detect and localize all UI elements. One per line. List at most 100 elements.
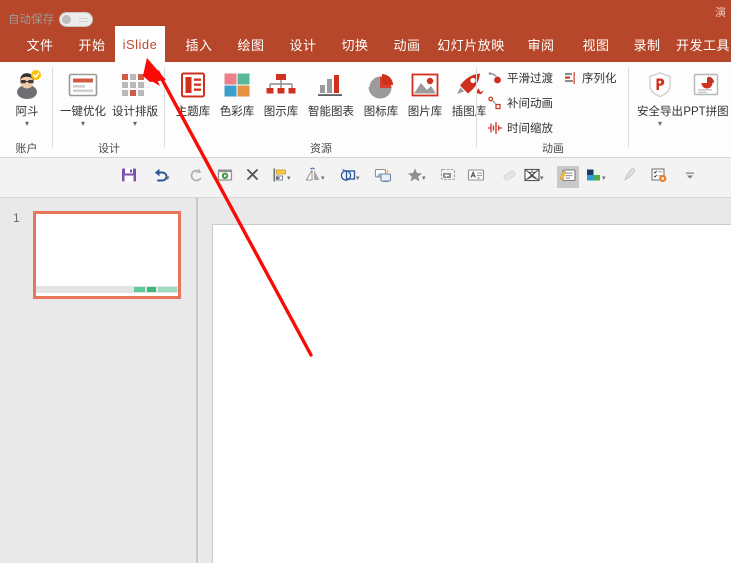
thumbnail-chip (134, 287, 145, 292)
color-library-button[interactable]: 色彩库 (215, 68, 259, 119)
chevron-down-icon[interactable]: ▾ (658, 120, 662, 127)
tab-view[interactable]: 视图 (574, 26, 618, 62)
ribbon-group-label-resource: 资源 (165, 140, 477, 156)
ribbon-group-account: 阿斗 ▾ 账户 (0, 62, 53, 158)
autosave-toggle[interactable] (59, 12, 93, 27)
tween-animation-button[interactable]: 补间动画 (487, 95, 553, 111)
ribbon-group-animation: 平滑过渡 序列化 (477, 62, 629, 158)
powerpoint-window: 演 文件 开始 iSlide 插入 绘图 设计 切换 动画 幻灯片放映 审阅 视… (0, 0, 731, 563)
fill-dropdown-chevron-down-icon[interactable]: ▾ (602, 174, 606, 182)
selection-pane-icon (440, 167, 458, 188)
eyedropper-icon (619, 167, 637, 188)
ppt-collage-label: PPT拼图 (683, 103, 728, 119)
tween-animation-icon (487, 95, 503, 111)
ribbon-group-design: 一键优化 ▾ 设计排版 (53, 62, 165, 158)
fill-color-icon (585, 167, 603, 188)
image-library-button[interactable]: 图片库 (403, 68, 447, 119)
star-icon (407, 167, 423, 188)
slide-thumbnail-1[interactable] (33, 211, 181, 299)
image-library-label: 图片库 (408, 103, 443, 119)
tab-islide[interactable]: iSlide (115, 26, 165, 62)
selection-pane-button[interactable] (438, 166, 460, 188)
slide-canvas[interactable]: Baidu 经验 jingyan.baidu.com (212, 224, 731, 563)
morph-transition-icon (487, 70, 503, 86)
tab-developer[interactable]: 开发工具 (672, 26, 731, 62)
theme-library-button[interactable]: 主题库 (171, 68, 215, 119)
undo-dropdown-chevron-down-icon[interactable]: ▾ (166, 174, 170, 182)
icon-library-icon (365, 68, 397, 102)
one-click-optimize-icon (67, 68, 99, 102)
secure-export-button[interactable]: 安全导出 ▾ (637, 68, 683, 127)
ribbon-group-label-design: 设计 (53, 140, 165, 156)
save-button[interactable] (118, 166, 140, 188)
qat-overflow-button[interactable] (679, 166, 701, 188)
morph-transition-button[interactable]: 平滑过渡 (487, 70, 553, 86)
tab-insert[interactable]: 插入 (177, 26, 221, 62)
diagram-library-icon (265, 68, 297, 102)
autosave-label: 自动保存 (8, 11, 54, 27)
one-click-optimize-button[interactable]: 一键优化 ▾ (57, 68, 109, 127)
smart-chart-button[interactable]: 智能图表 (303, 68, 359, 119)
tab-record[interactable]: 录制 (625, 26, 669, 62)
chevron-down-icon[interactable]: ▾ (25, 120, 29, 127)
shape-format-button[interactable] (557, 166, 579, 188)
sequence-button[interactable]: 序列化 (562, 70, 617, 86)
theme-library-icon (178, 68, 208, 102)
redo-icon (188, 167, 204, 188)
design-layout-button[interactable]: 设计排版 ▾ (109, 68, 161, 127)
one-click-optimize-label: 一键优化 (60, 103, 106, 119)
image-library-icon (410, 68, 440, 102)
ribbon-group-label-animation: 动画 (477, 140, 629, 156)
start-presentation-button[interactable] (214, 166, 236, 188)
secure-export-icon (647, 68, 673, 102)
time-scale-label: 时间缩放 (507, 120, 553, 136)
eyedropper-button[interactable] (617, 166, 639, 188)
close-button[interactable] (241, 166, 263, 188)
tab-file[interactable]: 文件 (18, 26, 62, 62)
morph-transition-label: 平滑过渡 (507, 70, 553, 86)
tab-slideshow[interactable]: 幻灯片放映 (432, 26, 510, 62)
panel-gap (198, 198, 212, 563)
align-dropdown-chevron-down-icon[interactable]: ▾ (287, 174, 291, 182)
merge-dropdown-chevron-down-icon[interactable]: ▾ (356, 174, 360, 182)
eraser-button[interactable] (499, 166, 521, 188)
thumbnail-chip (158, 287, 177, 292)
ribbon-group-export: 安全导出 ▾ PPT拼图 (629, 62, 731, 158)
screenshot-button[interactable] (372, 166, 394, 188)
slide-thumbnail-content (36, 214, 178, 296)
icon-library-button[interactable]: 图标库 (359, 68, 403, 119)
account-button[interactable]: 阿斗 ▾ (8, 68, 46, 127)
tab-design[interactable]: 设计 (281, 26, 325, 62)
tab-home[interactable]: 开始 (70, 26, 114, 62)
tab-review[interactable]: 审阅 (519, 26, 563, 62)
diagram-library-label: 图示库 (264, 103, 299, 119)
eraser-icon (501, 167, 519, 188)
chevron-down-icon[interactable]: ▾ (81, 120, 85, 127)
tab-draw[interactable]: 绘图 (229, 26, 273, 62)
diagram-library-button[interactable]: 图示库 (259, 68, 303, 119)
text-box-icon (467, 167, 485, 188)
color-library-icon (222, 68, 252, 102)
overflow-chevron-icon (683, 168, 697, 186)
design-layout-icon (120, 68, 150, 102)
align-left-icon (272, 167, 288, 188)
tab-animations[interactable]: 动画 (385, 26, 429, 62)
autosave-control[interactable]: 自动保存 (8, 11, 93, 27)
user-avatar-icon (12, 68, 42, 102)
time-scale-button[interactable]: 时间缩放 (487, 120, 553, 136)
chevron-down-icon[interactable]: ▾ (133, 120, 137, 127)
slide-number-label: 1 (13, 211, 20, 225)
sequence-label: 序列化 (582, 70, 617, 86)
title-bar: 演 (0, 0, 731, 26)
customize-qat-button[interactable] (648, 166, 670, 188)
ppt-collage-button[interactable]: PPT拼图 (683, 68, 729, 119)
text-box-button[interactable] (465, 166, 487, 188)
ribbon-tab-bar[interactable]: 文件 开始 iSlide 插入 绘图 设计 切换 动画 幻灯片放映 审阅 视图 … (0, 26, 731, 62)
favorites-dropdown-chevron-down-icon[interactable]: ▾ (422, 174, 426, 182)
text-effect-icon: 文 (523, 167, 541, 188)
tab-transitions[interactable]: 切换 (333, 26, 377, 62)
redo-button[interactable] (185, 166, 207, 188)
text-effects-dropdown-chevron-down-icon[interactable]: ▾ (540, 174, 544, 182)
tween-animation-label: 补间动画 (507, 95, 553, 111)
rotate-dropdown-chevron-down-icon[interactable]: ▾ (321, 174, 325, 182)
